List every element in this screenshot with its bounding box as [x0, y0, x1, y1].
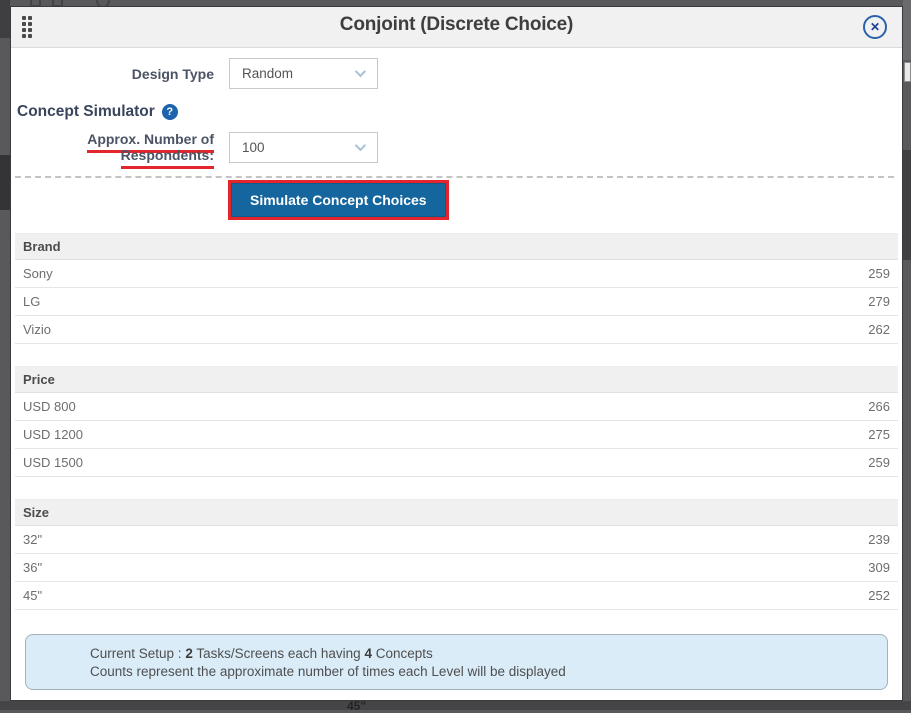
table-row: USD 1500 259	[15, 449, 898, 477]
table-header: Price	[15, 367, 898, 393]
modal-header: Conjoint (Discrete Choice) ✕	[11, 7, 902, 48]
level-count: 309	[868, 560, 890, 575]
level-count: 259	[868, 266, 890, 281]
conjoint-modal: Conjoint (Discrete Choice) ✕ Design Type…	[10, 6, 903, 701]
level-name: USD 800	[23, 399, 76, 414]
concept-simulator-label: Concept Simulator	[17, 103, 155, 121]
backdrop-patch	[0, 701, 911, 710]
backdrop-patch	[904, 62, 911, 82]
level-name: USD 1200	[23, 427, 83, 442]
backdrop-text-fragment: 45"	[347, 699, 366, 713]
current-setup-info-box: Current Setup : 2 Tasks/Screens each hav…	[25, 634, 888, 690]
backdrop-patch	[903, 0, 911, 60]
backdrop-patch	[0, 0, 10, 38]
level-count: 252	[868, 588, 890, 603]
level-count: 262	[868, 322, 890, 337]
level-name: USD 1500	[23, 455, 83, 470]
table-row: 36" 309	[15, 554, 898, 582]
level-count: 275	[868, 427, 890, 442]
modal-title: Conjoint (Discrete Choice)	[11, 14, 902, 36]
level-name: Sony	[23, 266, 53, 281]
close-icon[interactable]: ✕	[863, 15, 887, 39]
table-header: Brand	[15, 234, 898, 260]
concepts-count: 4	[364, 646, 372, 661]
design-type-select[interactable]: Random	[229, 58, 378, 89]
table-row: USD 1200 275	[15, 421, 898, 449]
level-name: 45"	[23, 588, 42, 603]
backdrop-patch	[903, 150, 911, 260]
respondents-label: Approx. Number of Respondents:	[11, 131, 214, 163]
price-table: Price USD 800 266 USD 1200 275 USD 1500 …	[15, 366, 898, 477]
chevron-down-icon	[355, 66, 366, 77]
level-count: 279	[868, 294, 890, 309]
level-count: 266	[868, 399, 890, 414]
concept-simulator-heading: Concept Simulator ?	[17, 103, 178, 121]
info-line-1: Current Setup : 2 Tasks/Screens each hav…	[90, 645, 867, 663]
level-count: 259	[868, 455, 890, 470]
table-row: USD 800 266	[15, 393, 898, 421]
table-row: LG 279	[15, 288, 898, 316]
level-count: 239	[868, 532, 890, 547]
size-table: Size 32" 239 36" 309 45" 252	[15, 499, 898, 610]
respondents-value: 100	[230, 140, 265, 155]
screen: { "modal": { "title": "Conjoint (Discret…	[0, 0, 911, 710]
level-name: 32"	[23, 532, 42, 547]
level-name: LG	[23, 294, 40, 309]
design-type-value: Random	[230, 66, 293, 81]
brand-table: Brand Sony 259 LG 279 Vizio 262	[15, 233, 898, 344]
info-line-2: Counts represent the approximate number …	[90, 663, 867, 681]
respondents-select[interactable]: 100	[229, 132, 378, 163]
simulate-concept-choices-button[interactable]: Simulate Concept Choices	[231, 183, 446, 217]
table-row: 45" 252	[15, 582, 898, 610]
design-type-row: Design Type Random	[11, 58, 378, 89]
chevron-down-icon	[355, 139, 366, 150]
help-icon[interactable]: ?	[162, 104, 178, 120]
table-header: Size	[15, 500, 898, 526]
backdrop-patch	[0, 155, 10, 210]
level-name: 36"	[23, 560, 42, 575]
table-row: Vizio 262	[15, 316, 898, 344]
tasks-count: 2	[185, 646, 193, 661]
respondents-row: Approx. Number of Respondents: 100	[11, 131, 378, 163]
table-row: 32" 239	[15, 526, 898, 554]
simulate-button-wrap: Simulate Concept Choices	[231, 183, 446, 217]
attribute-tables: Brand Sony 259 LG 279 Vizio 262 Price US…	[15, 233, 898, 632]
level-name: Vizio	[23, 322, 51, 337]
design-type-label: Design Type	[11, 66, 214, 82]
dashed-divider	[15, 176, 894, 178]
table-row: Sony 259	[15, 260, 898, 288]
